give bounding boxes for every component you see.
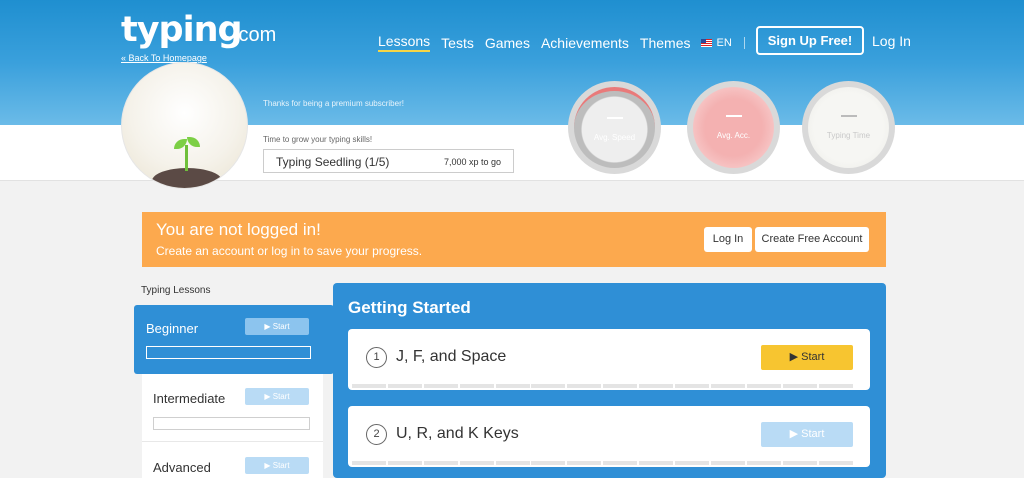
sidebar-start-button[interactable]: ▶ Start (245, 318, 309, 335)
alert-login-button[interactable]: Log In (704, 227, 752, 252)
lesson-progress-segments (352, 384, 854, 388)
logo[interactable]: typing (121, 10, 243, 50)
language-selector[interactable]: EN (716, 37, 731, 49)
progress-segment (495, 461, 530, 465)
progress-segment (531, 384, 566, 388)
avatar-seedling (121, 62, 248, 189)
avg-speed-label: Avg. Speed (593, 133, 636, 142)
nav-tests[interactable]: Tests (441, 35, 474, 51)
sidebar-start-button[interactable]: ▶ Start (245, 457, 309, 474)
not-logged-in-alert: You are not logged in! Create an account… (142, 212, 886, 267)
progress-segment (352, 461, 386, 465)
progress-segment (459, 461, 494, 465)
progress-segment (710, 384, 745, 388)
progress-segment (710, 461, 745, 465)
nav-games[interactable]: Games (485, 35, 530, 51)
lesson-start-button[interactable]: ▶ Start (761, 345, 853, 370)
level-progress-box: Typing Seedling (1/5) 7,000 xp to go (263, 149, 514, 173)
sidebar-item-beginner[interactable]: Beginner ▶ Start (134, 305, 334, 374)
sidebar-start-button[interactable]: ▶ Start (245, 388, 309, 405)
lesson-card-2[interactable]: 2 U, R, and K Keys ▶ Start (348, 406, 870, 467)
logo-domain[interactable]: .com (233, 24, 276, 47)
dirt-mound-icon (152, 168, 222, 188)
avg-speed-gauge: Avg. Speed (568, 81, 661, 174)
sidebar-item-advanced[interactable]: Advanced ▶ Start (142, 443, 323, 478)
level-xp: 7,000 xp to go (443, 157, 501, 167)
alert-title: You are not logged in! (156, 220, 321, 239)
progress-segment (567, 384, 602, 388)
nav-lessons[interactable]: Lessons (378, 33, 431, 52)
nav-themes[interactable]: Themes (640, 35, 691, 51)
main-nav: Lessons Tests Games Achievements Themes … (378, 33, 761, 52)
progress-segment (639, 461, 674, 465)
lesson-number: 2 (366, 424, 387, 445)
progress-segment (459, 384, 494, 388)
sidebar-heading: Typing Lessons (141, 285, 211, 296)
header-login-link[interactable]: Log In (872, 33, 911, 49)
sidebar-item-label: Advanced (153, 460, 211, 475)
progress-segment (782, 384, 817, 388)
progress-segment (639, 384, 674, 388)
progress-segment (746, 461, 781, 465)
progress-segment (818, 384, 853, 388)
lesson-number: 1 (366, 347, 387, 368)
progress-segment (531, 461, 566, 465)
nav-divider (743, 36, 745, 49)
progress-segment (603, 384, 638, 388)
typing-time-value (840, 115, 857, 117)
progress-segment (387, 461, 422, 465)
level-name: Typing Seedling (1/5) (276, 155, 390, 169)
lesson-group-title: Getting Started (348, 298, 471, 317)
sidebar-item-label: Intermediate (153, 391, 226, 406)
sidebar-item-intermediate[interactable]: Intermediate ▶ Start (142, 374, 323, 442)
sidebar-progress-bar (153, 417, 310, 430)
progress-segment (423, 461, 458, 465)
progress-segment (675, 384, 710, 388)
lesson-progress-segments (352, 461, 854, 465)
alert-subtitle: Create an account or log in to save your… (156, 244, 423, 258)
progress-segment (746, 384, 781, 388)
avg-accuracy-label: Avg. Acc. (716, 131, 751, 140)
progress-segment (782, 461, 817, 465)
lesson-start-button[interactable]: ▶ Start (761, 422, 853, 447)
us-flag-icon[interactable] (701, 38, 713, 47)
sign-up-button[interactable]: Sign Up Free! (756, 26, 864, 55)
sidebar-progress-bar (146, 346, 311, 359)
seedling-leaf-icon (187, 137, 200, 147)
avg-accuracy-value (725, 115, 742, 117)
avg-speed-value (606, 117, 623, 119)
progress-segment (603, 461, 638, 465)
lesson-name: U, R, and K Keys (396, 425, 519, 442)
lesson-card-1[interactable]: 1 J, F, and Space ▶ Start (348, 329, 870, 390)
lesson-name: J, F, and Space (396, 348, 507, 365)
progress-segment (423, 384, 458, 388)
grow-message: Time to grow your typing skills! (263, 135, 373, 144)
premium-message: Thanks for being a premium subscriber! (263, 99, 404, 108)
sidebar-item-label: Beginner (146, 321, 199, 336)
typing-time-label: Typing Time (826, 131, 871, 140)
progress-segment (352, 384, 386, 388)
progress-segment (567, 461, 602, 465)
typing-time-gauge: Typing Time (802, 81, 895, 174)
progress-segment (675, 461, 710, 465)
progress-segment (495, 384, 530, 388)
nav-achievements[interactable]: Achievements (541, 35, 629, 51)
back-to-homepage-link[interactable]: « Back To Homepage (121, 53, 207, 63)
progress-segment (387, 384, 422, 388)
avg-accuracy-gauge: Avg. Acc. (687, 81, 780, 174)
progress-segment (818, 461, 853, 465)
seedling-stem-icon (185, 145, 188, 171)
create-account-button[interactable]: Create Free Account (755, 227, 869, 252)
